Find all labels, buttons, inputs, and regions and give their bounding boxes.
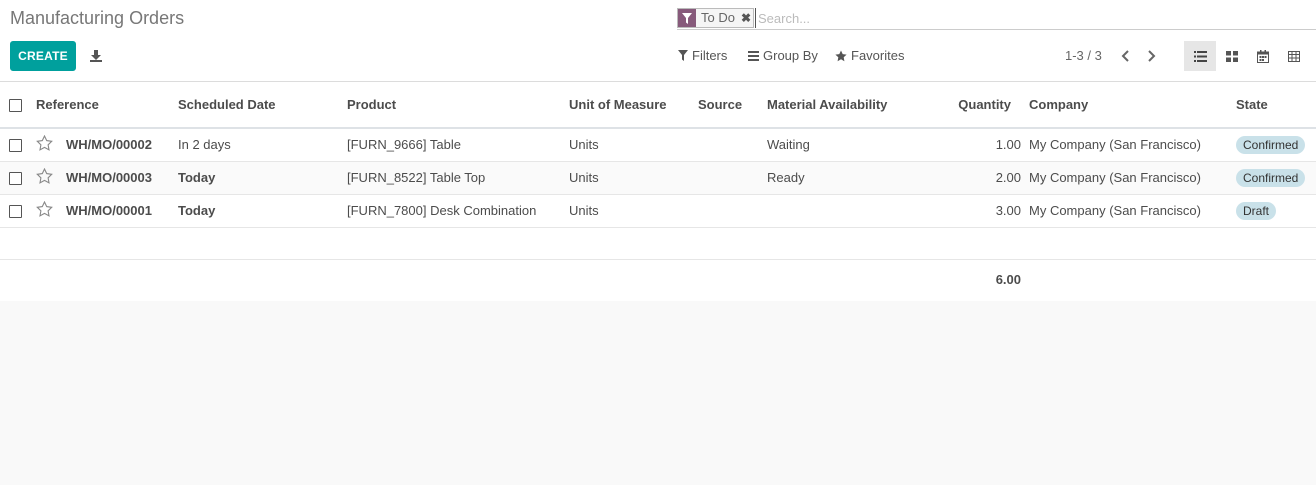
cell-scheduled-date: Today — [178, 203, 216, 218]
create-button[interactable]: CREATE — [10, 41, 76, 71]
facet-label: To Do — [701, 10, 735, 25]
filters-label: Filters — [692, 48, 728, 63]
column-header-quantity[interactable]: Quantity — [925, 82, 1029, 129]
calendar-view-icon[interactable] — [1247, 41, 1279, 71]
group-by-dropdown[interactable]: Group By — [748, 48, 818, 63]
cell-product: [FURN_8522] Table Top — [347, 170, 486, 185]
star-icon[interactable] — [36, 200, 53, 220]
cell-reference: WH/MO/00003 — [66, 170, 152, 185]
cell-uom: Units — [569, 170, 599, 185]
table-row[interactable]: WH/MO/00001 Today [FURN_7800] Desk Combi… — [0, 194, 1316, 227]
filters-dropdown[interactable]: Filters — [678, 48, 727, 63]
select-all-checkbox[interactable] — [9, 99, 22, 113]
cell-company: My Company (San Francisco) — [1029, 170, 1201, 185]
cell-reference: WH/MO/00001 — [66, 203, 152, 218]
column-header-state[interactable]: State — [1236, 82, 1316, 129]
status-badge: Confirmed — [1236, 168, 1306, 187]
cell-availability: Ready — [767, 170, 805, 185]
table-header: Reference Scheduled Date Product Unit of… — [0, 82, 1316, 129]
column-header-product[interactable]: Product — [347, 82, 569, 129]
cell-uom: Units — [569, 203, 599, 218]
filter-icon — [678, 50, 688, 61]
row-checkbox[interactable] — [9, 172, 22, 186]
search-facet[interactable]: To Do ✖ — [677, 8, 754, 28]
cell-quantity: 3.00 — [995, 203, 1021, 218]
cell-reference: WH/MO/00002 — [66, 137, 152, 153]
cell-product: [FURN_9666] Table — [347, 137, 461, 153]
star-icon[interactable] — [36, 167, 53, 187]
column-header-availability[interactable]: Material Availability — [767, 82, 925, 129]
status-badge: Confirmed — [1236, 135, 1306, 154]
filter-icon — [678, 9, 696, 27]
empty-row — [0, 227, 1316, 259]
list-view: Reference Scheduled Date Product Unit of… — [0, 82, 1316, 301]
download-icon[interactable] — [86, 46, 106, 66]
cell-scheduled-date: In 2 days — [178, 137, 231, 153]
column-header-uom[interactable]: Unit of Measure — [569, 82, 698, 129]
manufacturing-orders-table: Reference Scheduled Date Product Unit of… — [0, 82, 1316, 300]
column-header-scheduled-date[interactable]: Scheduled Date — [178, 82, 347, 129]
cell-availability: Waiting — [767, 137, 810, 153]
column-header-company[interactable]: Company — [1029, 82, 1236, 129]
total-quantity: 6.00 — [995, 272, 1021, 288]
bars-icon — [748, 50, 759, 61]
cell-source — [698, 128, 767, 161]
status-badge: Draft — [1236, 201, 1277, 220]
cell-quantity: 2.00 — [995, 170, 1021, 185]
star-icon — [835, 50, 847, 61]
cell-company: My Company (San Francisco) — [1029, 203, 1201, 218]
control-panel: Manufacturing Orders CREATE To Do ✖ Filt… — [0, 0, 1316, 82]
kanban-view-icon[interactable] — [1216, 41, 1248, 71]
table-footer: 6.00 — [0, 259, 1316, 300]
column-header-source[interactable]: Source — [698, 82, 767, 129]
page-title: Manufacturing Orders — [10, 8, 185, 28]
cell-uom: Units — [569, 137, 599, 153]
group-by-label: Group By — [763, 48, 818, 63]
cell-product: [FURN_7800] Desk Combination — [347, 203, 537, 218]
cell-source — [698, 194, 767, 227]
row-checkbox[interactable] — [9, 139, 22, 153]
chevron-right-icon[interactable] — [1143, 46, 1161, 66]
cell-source — [698, 161, 767, 194]
pager-value[interactable]: 1-3 / 3 — [1065, 48, 1102, 63]
star-icon[interactable] — [36, 134, 53, 154]
close-icon[interactable]: ✖ — [739, 9, 753, 27]
chevron-left-icon[interactable] — [1116, 46, 1134, 66]
search-bar: To Do ✖ — [677, 6, 1316, 30]
table-row[interactable]: WH/MO/00003 Today [FURN_8522] Table Top … — [0, 161, 1316, 194]
cell-quantity: 1.00 — [995, 137, 1021, 153]
cell-company: My Company (San Francisco) — [1029, 137, 1201, 153]
search-input[interactable] — [755, 8, 1295, 28]
list-view-icon[interactable] — [1184, 41, 1216, 71]
favorites-dropdown[interactable]: Favorites — [835, 48, 904, 63]
pivot-view-icon[interactable] — [1278, 41, 1310, 71]
row-checkbox[interactable] — [9, 205, 22, 219]
cell-availability — [767, 194, 925, 227]
cell-scheduled-date: Today — [178, 170, 216, 185]
column-header-reference[interactable]: Reference — [36, 82, 178, 129]
table-row[interactable]: WH/MO/00002 In 2 days [FURN_9666] Table … — [0, 128, 1316, 161]
favorites-label: Favorites — [851, 48, 905, 63]
